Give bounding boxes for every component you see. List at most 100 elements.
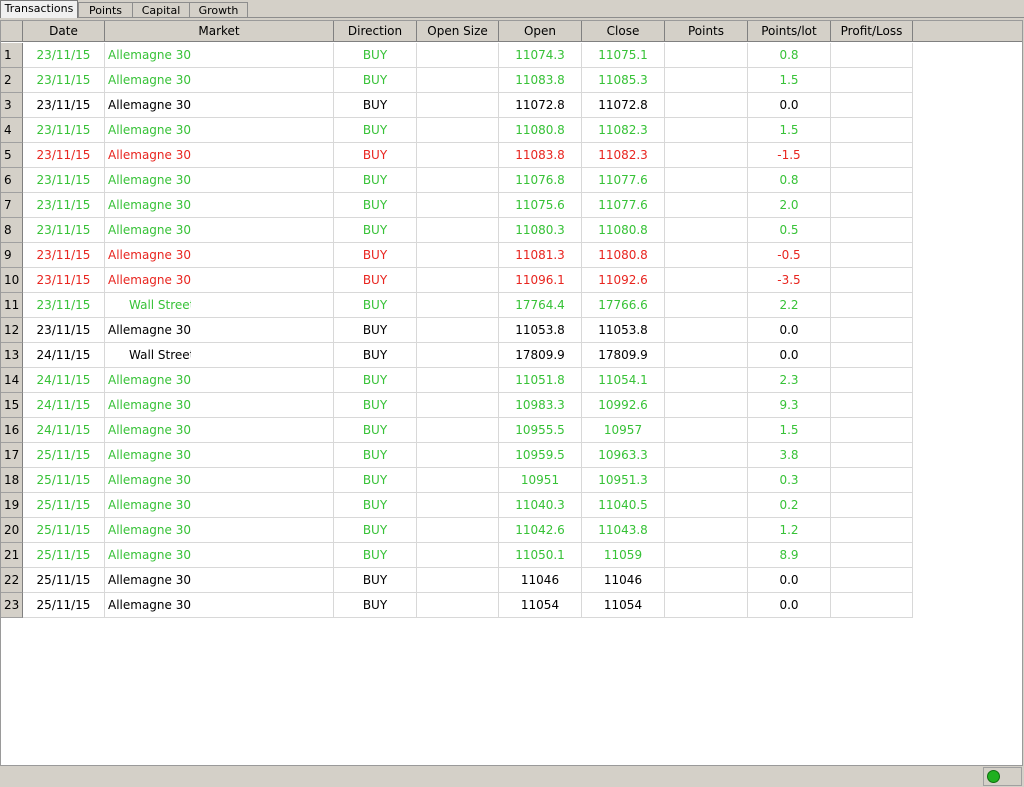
cell-open-size[interactable] [417, 568, 499, 593]
cell-open[interactable]: 11072.8 [499, 93, 582, 118]
cell-open[interactable]: 17764.4 [499, 293, 582, 318]
cell-profit-loss[interactable] [831, 93, 913, 118]
cell-open-size[interactable] [417, 493, 499, 518]
cell-direction[interactable]: BUY [334, 243, 417, 268]
cell-points[interactable] [665, 143, 748, 168]
cell-date[interactable]: 24/11/15 [23, 418, 105, 443]
cell-open-size[interactable] [417, 443, 499, 468]
cell-open-size[interactable] [417, 418, 499, 443]
cell-profit-loss[interactable] [831, 393, 913, 418]
header-open-size[interactable]: Open Size [417, 21, 499, 42]
table-row[interactable]: 1725/11/15Allemagne 30 au BUY 10959.510963… [1, 443, 913, 468]
cell-points-per-lot[interactable]: 1.5 [748, 418, 831, 443]
cell-date[interactable]: 25/11/15 [23, 568, 105, 593]
cell-market[interactable]: Allemagne 30 au [105, 543, 334, 568]
table-row[interactable]: 2025/11/15Allemagne 30 au BUY 11042.611043… [1, 518, 913, 543]
table-row[interactable]: 2325/11/15Allemagne 30 au BUY 1105411054 0.… [1, 593, 913, 618]
cell-market[interactable]: Allemagne 30 au [105, 143, 334, 168]
row-number[interactable]: 21 [1, 543, 23, 568]
table-row[interactable]: 123/11/15Allemagne 30 au BUY 11074.311075.… [1, 43, 913, 68]
row-number[interactable]: 18 [1, 468, 23, 493]
cell-profit-loss[interactable] [831, 418, 913, 443]
cell-profit-loss[interactable] [831, 168, 913, 193]
cell-profit-loss[interactable] [831, 268, 913, 293]
table-row[interactable]: 623/11/15Allemagne 30 au BUY 11076.811077.… [1, 168, 913, 193]
cell-market[interactable]: Allemagne 30 au [105, 593, 334, 618]
cell-points[interactable] [665, 193, 748, 218]
cell-open[interactable]: 11083.8 [499, 68, 582, 93]
cell-points[interactable] [665, 293, 748, 318]
cell-direction[interactable]: BUY [334, 68, 417, 93]
cell-points-per-lot[interactable]: 0.8 [748, 43, 831, 68]
cell-profit-loss[interactable] [831, 593, 913, 618]
cell-close[interactable]: 11054.1 [582, 368, 665, 393]
cell-date[interactable]: 23/11/15 [23, 293, 105, 318]
row-number[interactable]: 14 [1, 368, 23, 393]
cell-close[interactable]: 10957 [582, 418, 665, 443]
cell-close[interactable]: 11059 [582, 543, 665, 568]
cell-points[interactable] [665, 443, 748, 468]
row-number[interactable]: 7 [1, 193, 23, 218]
header-points[interactable]: Points [665, 21, 748, 42]
cell-close[interactable]: 11046 [582, 568, 665, 593]
table-row[interactable]: 1023/11/15Allemagne 30 au BUY 11096.111092… [1, 268, 913, 293]
cell-points[interactable] [665, 393, 748, 418]
cell-points-per-lot[interactable]: 0.5 [748, 218, 831, 243]
cell-date[interactable]: 25/11/15 [23, 518, 105, 543]
cell-points[interactable] [665, 318, 748, 343]
cell-direction[interactable]: BUY [334, 518, 417, 543]
cell-points-per-lot[interactable]: 0.3 [748, 468, 831, 493]
cell-market[interactable]: Allemagne 30 au [105, 193, 334, 218]
cell-date[interactable]: 25/11/15 [23, 443, 105, 468]
cell-close[interactable]: 10963.3 [582, 443, 665, 468]
cell-direction[interactable]: BUY [334, 318, 417, 343]
cell-open[interactable]: 11042.6 [499, 518, 582, 543]
cell-market[interactable]: Allemagne 30 au [105, 168, 334, 193]
table-row[interactable]: 1223/11/15Allemagne 30 au BUY 11053.811053… [1, 318, 913, 343]
table-row[interactable]: 823/11/15Allemagne 30 au BUY 11080.311080.… [1, 218, 913, 243]
cell-market[interactable]: Allemagne 30 au [105, 518, 334, 543]
cell-direction[interactable]: BUY [334, 493, 417, 518]
cell-close[interactable]: 10951.3 [582, 468, 665, 493]
cell-close[interactable]: 11082.3 [582, 118, 665, 143]
cell-close[interactable]: 11080.8 [582, 243, 665, 268]
cell-market[interactable]: Allemagne 30 au [105, 443, 334, 468]
header-close[interactable]: Close [582, 21, 665, 42]
cell-open[interactable]: 17809.9 [499, 343, 582, 368]
cell-open-size[interactable] [417, 43, 499, 68]
row-number[interactable]: 10 [1, 268, 23, 293]
header-corner[interactable] [1, 21, 23, 42]
row-number[interactable]: 17 [1, 443, 23, 468]
row-number[interactable]: 1 [1, 43, 23, 68]
cell-open-size[interactable] [417, 243, 499, 268]
cell-open[interactable]: 11083.8 [499, 143, 582, 168]
cell-points-per-lot[interactable]: 0.2 [748, 493, 831, 518]
cell-open-size[interactable] [417, 593, 499, 618]
cell-profit-loss[interactable] [831, 43, 913, 68]
tab-capital[interactable]: Capital [132, 2, 190, 18]
cell-date[interactable]: 24/11/15 [23, 393, 105, 418]
cell-close[interactable]: 11092.6 [582, 268, 665, 293]
cell-market[interactable]: Allemagne 30 au [105, 93, 334, 118]
table-row[interactable]: 723/11/15Allemagne 30 au BUY 11075.611077.… [1, 193, 913, 218]
cell-open[interactable]: 10983.3 [499, 393, 582, 418]
cell-direction[interactable]: BUY [334, 568, 417, 593]
cell-market[interactable]: Allemagne 30 au [105, 68, 334, 93]
cell-date[interactable]: 24/11/15 [23, 343, 105, 368]
cell-profit-loss[interactable] [831, 493, 913, 518]
cell-points-per-lot[interactable]: 1.5 [748, 68, 831, 93]
cell-points[interactable] [665, 243, 748, 268]
cell-points[interactable] [665, 68, 748, 93]
cell-direction[interactable]: BUY [334, 593, 417, 618]
cell-open-size[interactable] [417, 468, 499, 493]
cell-close[interactable]: 11077.6 [582, 168, 665, 193]
cell-direction[interactable]: BUY [334, 193, 417, 218]
cell-points-per-lot[interactable]: 0.8 [748, 168, 831, 193]
header-points-per-lot[interactable]: Points/lot [748, 21, 831, 42]
cell-open[interactable]: 11076.8 [499, 168, 582, 193]
cell-open-size[interactable] [417, 168, 499, 193]
table-row[interactable]: 1424/11/15Allemagne 30 au BUY 11051.811054… [1, 368, 913, 393]
cell-direction[interactable]: BUY [334, 293, 417, 318]
transactions-grid[interactable]: Date Market Direction Open Size Open Clo… [0, 20, 1023, 766]
table-row[interactable]: 1123/11/15 Wall Street C BUY 17764.417766.6… [1, 293, 913, 318]
